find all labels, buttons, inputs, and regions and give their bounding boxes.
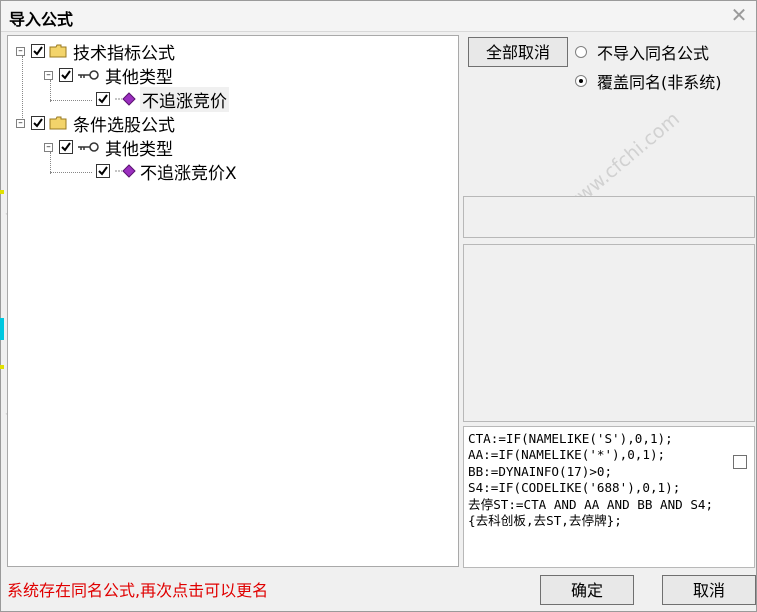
formula-code-text: CTA:=IF(NAMELIKE('S'),0,1); AA:=IF(NAMEL… — [468, 431, 714, 529]
tree-node-label: 不追涨竞价 — [140, 86, 229, 112]
collapse-icon[interactable]: – — [44, 142, 53, 152]
tree-node-label: 技术指标公式 — [73, 43, 175, 64]
status-message: 系统存在同名公式,再次点击可以更名 — [7, 581, 269, 600]
tree-node-label: 其他类型 — [105, 139, 173, 160]
tree-checkbox[interactable] — [59, 140, 73, 154]
radio-button-selected[interactable] — [575, 75, 587, 87]
cancel-button[interactable]: 取消 — [662, 575, 756, 605]
code-checkbox[interactable] — [733, 455, 747, 469]
radio-overwrite[interactable]: 覆盖同名(非系统) — [575, 69, 722, 93]
tree-node-label: 条件选股公式 — [73, 115, 175, 136]
tree-checkbox[interactable] — [59, 68, 73, 82]
tree-checkbox[interactable] — [31, 44, 45, 58]
collapse-icon[interactable]: – — [44, 70, 53, 80]
rename-input[interactable] — [463, 196, 755, 238]
deselect-all-button[interactable]: 全部取消 — [468, 37, 568, 67]
folder-icon — [49, 44, 67, 58]
formula-code-panel[interactable]: CTA:=IF(NAMELIKE('S'),0,1); AA:=IF(NAMEL… — [463, 426, 755, 568]
formula-tree[interactable]: – 技术指标公式 – 其他类型 不追涨竞价 – 条件选股公式 – 其他类型 不追… — [7, 35, 459, 567]
folder-icon — [49, 116, 67, 130]
import-formula-dialog: 导入公式 ✕ www.cfchi.com www.cfchi.com www.c… — [0, 0, 757, 612]
key-icon — [78, 142, 99, 152]
tree-node-formula[interactable]: 不追涨竞价 — [96, 86, 229, 112]
radio-button[interactable] — [575, 46, 587, 58]
tree-node-label: 不追涨竞价X — [140, 163, 237, 184]
tree-checkbox[interactable] — [96, 92, 110, 106]
tree-node-label: 其他类型 — [105, 67, 173, 88]
formula-gem-icon — [115, 164, 136, 178]
tree-node-other-type[interactable]: – 其他类型 — [44, 135, 173, 160]
edge-artifact — [0, 318, 4, 340]
radio-no-import[interactable]: 不导入同名公式 — [575, 40, 709, 64]
edge-artifact — [0, 190, 4, 194]
tree-node-formula[interactable]: 不追涨竞价X — [96, 159, 237, 184]
radio-label: 不导入同名公式 — [597, 44, 710, 63]
tree-node-tech-indicator[interactable]: – 技术指标公式 — [16, 39, 175, 64]
tree-node-other-type[interactable]: – 其他类型 — [44, 63, 173, 88]
tree-connector — [50, 172, 92, 173]
edge-artifact — [0, 365, 4, 369]
collapse-icon[interactable]: – — [16, 46, 25, 56]
radio-label: 覆盖同名(非系统) — [597, 73, 722, 92]
description-panel — [463, 244, 755, 422]
tree-connector — [22, 56, 23, 118]
tree-connector — [50, 100, 92, 101]
close-icon[interactable]: ✕ — [728, 4, 750, 26]
collapse-icon[interactable]: – — [16, 118, 25, 128]
dialog-title: 导入公式 — [9, 10, 74, 29]
ok-button[interactable]: 确定 — [540, 575, 634, 605]
tree-node-stock-selection[interactable]: – 条件选股公式 — [16, 111, 175, 136]
tree-checkbox[interactable] — [31, 116, 45, 130]
tree-checkbox[interactable] — [96, 164, 110, 178]
title-bar: 导入公式 ✕ — [1, 1, 756, 32]
formula-gem-icon — [115, 92, 136, 106]
key-icon — [78, 70, 99, 80]
